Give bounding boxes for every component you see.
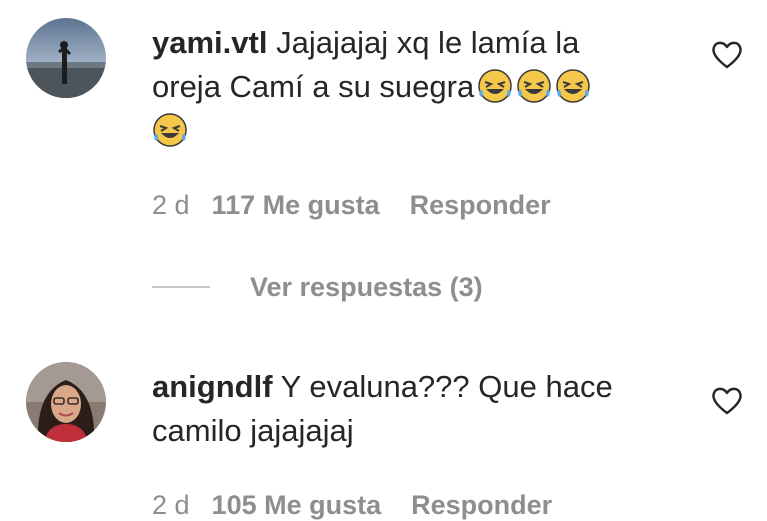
laughing-emoji-icon — [477, 68, 513, 104]
view-replies-button[interactable]: Ver respuestas (3) — [152, 272, 483, 303]
comment-meta: 2 d 105 Me gusta Responder — [152, 490, 552, 521]
laughing-emoji-icon — [152, 112, 188, 148]
reply-button[interactable]: Responder — [410, 190, 551, 221]
reply-button[interactable]: Responder — [411, 490, 552, 521]
laughing-emoji-icon — [555, 68, 591, 104]
comment-likes[interactable]: 117 Me gusta — [212, 190, 380, 221]
comment-time: 2 d — [152, 490, 190, 520]
avatar[interactable] — [26, 362, 106, 442]
comment-body-line1: Jajajajaj xq le lamía la — [276, 25, 580, 60]
comment-body-line1: Y evaluna??? Que hace — [280, 369, 613, 404]
comment-username[interactable]: yami.vtl — [152, 25, 267, 60]
comment-body-line2: camilo jajajajaj — [152, 413, 354, 448]
avatar[interactable] — [26, 18, 106, 98]
comment-meta: 2 d 117 Me gusta Responder — [152, 190, 551, 221]
comment-body-line2: oreja Camí a su suegra — [152, 69, 475, 104]
comment-time: 2 d — [152, 190, 190, 220]
comment-text: anigndlf Y evaluna??? Que hace camilo ja… — [152, 365, 652, 453]
replies-divider-line — [152, 286, 210, 288]
laughing-emoji-icon — [516, 68, 552, 104]
view-replies-label[interactable]: Ver respuestas (3) — [250, 272, 483, 302]
comment-username[interactable]: anigndlf — [152, 369, 273, 404]
comment-likes[interactable]: 105 Me gusta — [212, 490, 382, 521]
comment-text: yami.vtl Jajajajaj xq le lamía la oreja … — [152, 21, 652, 153]
heart-outline-icon[interactable] — [710, 38, 744, 72]
heart-outline-icon[interactable] — [710, 384, 744, 418]
